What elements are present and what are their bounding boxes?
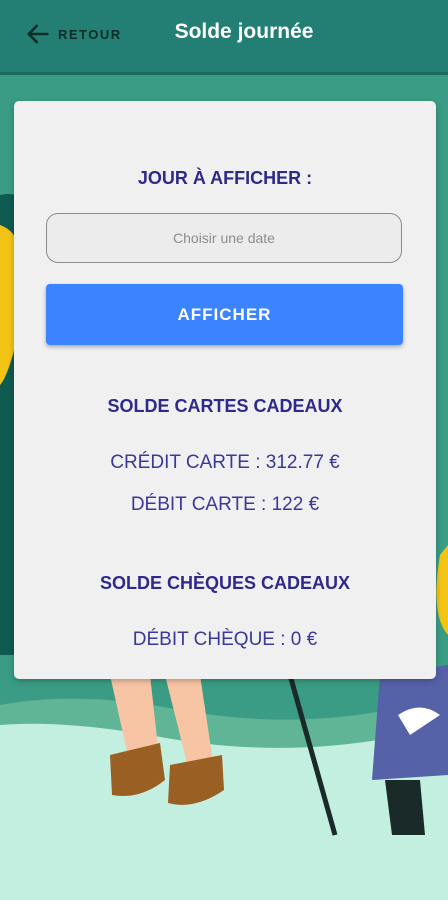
date-input[interactable] <box>46 213 402 263</box>
balance-card: JOUR À AFFICHER : AFFICHER SOLDE CARTES … <box>14 101 436 679</box>
gift-cards-title: SOLDE CARTES CADEAUX <box>107 396 343 416</box>
check-debit: DÉBIT CHÈQUE : 0 € <box>132 629 318 650</box>
page-title: Solde journée <box>174 20 314 43</box>
card-debit: DÉBIT CARTE : 122 € <box>130 494 320 515</box>
card-credit: CRÉDIT CARTE : 312.77 € <box>110 452 340 473</box>
gift-checks-title: SOLDE CHÈQUES CADEAUX <box>99 573 351 593</box>
display-button[interactable]: AFFICHER <box>46 284 403 345</box>
day-label: JOUR À AFFICHER : <box>137 168 313 188</box>
app-bar: RETOUR Solde journée <box>0 0 448 75</box>
